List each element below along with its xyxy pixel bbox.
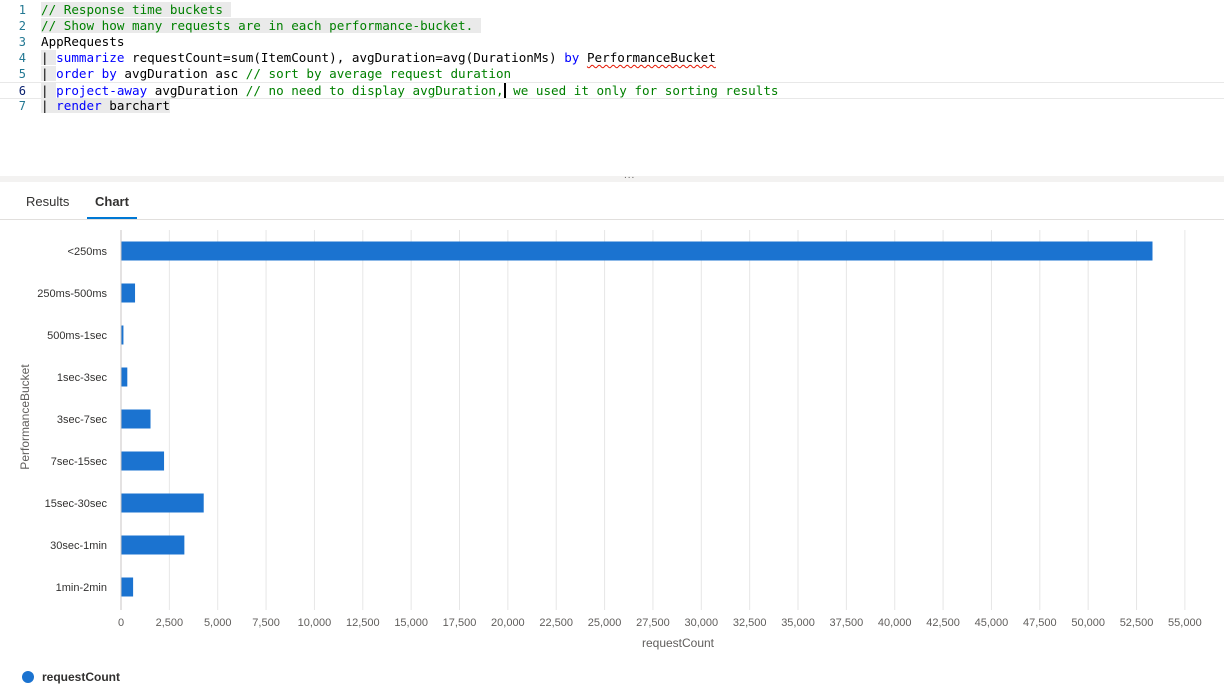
splitter-grip-icon[interactable]: ...: [624, 170, 635, 181]
results-tabs: Results Chart: [0, 186, 1224, 220]
bar: [121, 493, 204, 513]
code-token: requestCount=sum(ItemCount), avgDuration…: [124, 50, 565, 65]
bar: [121, 451, 165, 471]
code-token: AppRequests: [41, 34, 125, 49]
line-number: 7: [18, 99, 26, 113]
pane-splitter[interactable]: [0, 176, 1224, 182]
code-text[interactable]: // Response time buckets: [41, 2, 231, 18]
x-tick-label: 47,500: [1023, 617, 1057, 629]
y-axis-title: PerformanceBucket: [18, 364, 32, 470]
y-tick-label: 7sec-15sec: [51, 456, 108, 468]
code-token: // Show how many requests are in each pe…: [41, 18, 481, 33]
code-text[interactable]: | summarize requestCount=sum(ItemCount),…: [41, 50, 716, 66]
code-token: // Response time buckets: [41, 2, 231, 17]
code-token: |: [41, 98, 57, 113]
line-number: 6: [18, 84, 26, 98]
bar: [121, 409, 151, 429]
chart-legend: requestCount: [22, 668, 120, 686]
code-token: barchart: [101, 98, 170, 113]
code-token: PerformanceBucket: [586, 50, 716, 65]
query-editor[interactable]: 1 // Response time buckets 2 // Show how m…: [0, 0, 1224, 176]
x-tick-label: 5,000: [204, 617, 232, 629]
code-line[interactable]: 3 AppRequests: [0, 34, 1224, 50]
code-token: // sort by average request duration: [245, 66, 512, 81]
code-line[interactable]: 4 | summarize requestCount=sum(ItemCount)…: [0, 50, 1224, 66]
x-tick-label: 15,000: [394, 617, 428, 629]
bar: [121, 241, 1153, 261]
code-token: render: [56, 98, 102, 113]
x-tick-label: 37,500: [830, 617, 864, 629]
x-tick-label: 22,500: [539, 617, 573, 629]
x-tick-label: 30,000: [684, 617, 718, 629]
code-line[interactable]: 1 // Response time buckets: [0, 2, 1224, 18]
code-text[interactable]: | project-away avgDuration // no need to…: [41, 83, 779, 99]
code-line[interactable]: 5 | order by avgDuration asc // sort by a…: [0, 66, 1224, 82]
line-number: 5: [18, 67, 26, 81]
x-tick-label: 55,000: [1168, 617, 1202, 629]
code-line[interactable]: 2 // Show how many requests are in each p…: [0, 18, 1224, 34]
line-number: 2: [18, 19, 26, 33]
y-tick-label: 1min-2min: [56, 582, 107, 594]
line-number: 1: [18, 3, 26, 17]
code-token: by: [564, 50, 580, 65]
x-axis-title: requestCount: [642, 636, 715, 650]
x-tick-label: 45,000: [975, 617, 1009, 629]
x-tick-label: 42,500: [926, 617, 960, 629]
code-token: project-away: [56, 83, 148, 98]
code-text[interactable]: // Show how many requests are in each pe…: [41, 18, 481, 34]
tab-results[interactable]: Results: [26, 186, 69, 218]
y-tick-label: 30sec-1min: [50, 540, 107, 552]
line-number: 3: [18, 35, 26, 49]
x-tick-label: 40,000: [878, 617, 912, 629]
x-tick-label: 50,000: [1071, 617, 1105, 629]
code-token: |: [41, 66, 57, 81]
x-tick-label: 35,000: [781, 617, 815, 629]
bar: [121, 535, 185, 555]
y-tick-label: 3sec-7sec: [57, 414, 108, 426]
code-text[interactable]: AppRequests: [41, 34, 124, 50]
code-token: we used it only for sorting results: [505, 83, 779, 98]
y-tick-label: 500ms-1sec: [47, 330, 107, 342]
x-tick-label: 27,500: [636, 617, 670, 629]
y-tick-label: 15sec-30sec: [45, 498, 108, 510]
bar: [121, 367, 128, 387]
bar: [121, 283, 136, 303]
y-tick-label: 250ms-500ms: [37, 288, 107, 300]
code-text[interactable]: | render barchart: [41, 98, 170, 114]
code-text[interactable]: | order by avgDuration asc // sort by av…: [41, 66, 511, 82]
code-token: avgDuration asc: [116, 66, 246, 81]
code-token: avgDuration: [147, 83, 246, 98]
code-token: |: [41, 50, 57, 65]
code-token: |: [41, 83, 57, 98]
x-tick-label: 20,000: [491, 617, 525, 629]
code-token: order by: [56, 66, 117, 81]
bar-chart: 0 2,500 5,000 7,500 10,000 12,500 15,000 17,500…: [18, 230, 1202, 650]
legend-series-dot-icon[interactable]: [22, 671, 34, 683]
x-tick-label: 17,500: [443, 617, 477, 629]
y-tick-label: 1sec-3sec: [57, 372, 108, 384]
x-tick-label: 0: [118, 617, 124, 629]
tab-chart[interactable]: Chart: [87, 186, 137, 219]
x-tick-label: 2,500: [156, 617, 184, 629]
x-tick-label: 10,000: [298, 617, 332, 629]
x-tick-label: 7,500: [252, 617, 280, 629]
legend-series-label[interactable]: requestCount: [42, 670, 120, 684]
x-tick-label: 12,500: [346, 617, 380, 629]
code-token: summarize: [56, 50, 125, 65]
y-tick-label: <250ms: [68, 246, 108, 258]
bar: [121, 577, 134, 597]
bar: [121, 325, 124, 345]
x-tick-label: 52,500: [1120, 617, 1154, 629]
code-line[interactable]: 6 | project-away avgDuration // no need t…: [0, 82, 1224, 99]
x-tick-label: 32,500: [733, 617, 767, 629]
line-number: 4: [18, 51, 26, 65]
code-line[interactable]: 7 | render barchart: [0, 98, 1224, 114]
code-token: // no need to display avgDuration,: [245, 83, 504, 98]
x-tick-label: 25,000: [588, 617, 622, 629]
